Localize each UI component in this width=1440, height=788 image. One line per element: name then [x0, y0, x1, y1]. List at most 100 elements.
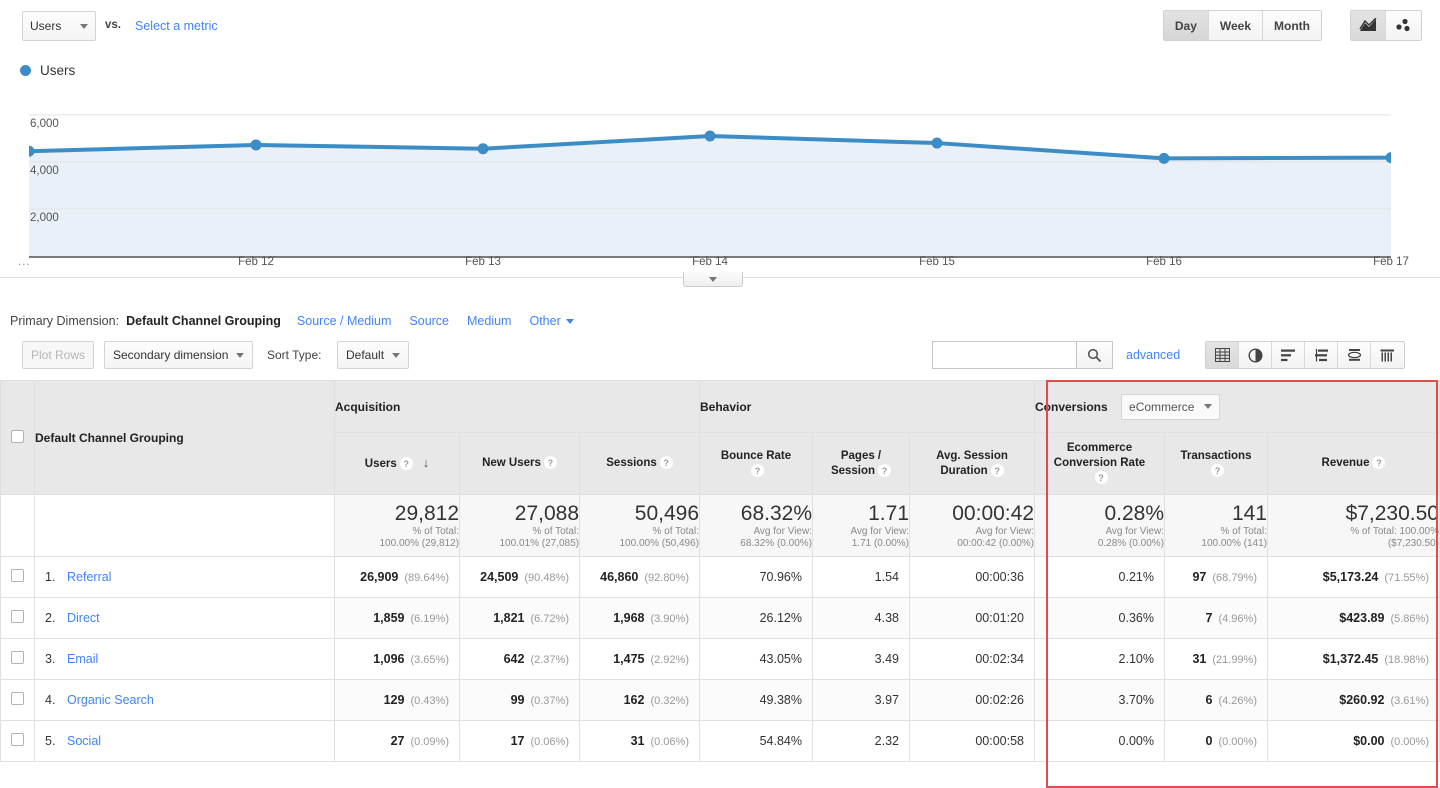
table-row[interactable]: 5.Social27(0.09%)17(0.06%)31(0.06%)54.84…: [1, 721, 1440, 762]
granularity-day-button[interactable]: Day: [1164, 11, 1209, 40]
help-icon[interactable]: ?: [751, 464, 764, 477]
table-row[interactable]: 2.Direct1,859(6.19%)1,821(6.72%)1,968(3.…: [1, 598, 1440, 639]
secondary-dimension-button[interactable]: Secondary dimension: [104, 341, 253, 369]
granularity-toggle-group: Day Week Month: [1163, 10, 1322, 41]
row-checkbox-cell[interactable]: [1, 680, 35, 721]
column-header-sessions[interactable]: Sessions?: [580, 433, 700, 495]
cell-revenue: $5,173.24(71.55%): [1268, 557, 1440, 598]
help-icon[interactable]: ?: [1211, 464, 1224, 477]
dimension-column-header[interactable]: Default Channel Grouping: [35, 381, 335, 495]
column-header-new-users-label: New Users: [482, 457, 541, 469]
table-row[interactable]: 3.Email1,096(3.65%)642(2.37%)1,475(2.92%…: [1, 639, 1440, 680]
help-icon[interactable]: ?: [1372, 456, 1385, 469]
chart-x-tick-label: Feb 14: [692, 256, 728, 268]
help-icon[interactable]: ?: [878, 464, 891, 477]
help-icon[interactable]: ?: [660, 456, 673, 469]
advanced-filter-link[interactable]: advanced: [1126, 348, 1180, 362]
motion-chart-icon[interactable]: [1386, 11, 1421, 40]
row-checkbox-cell[interactable]: [1, 557, 35, 598]
chevron-down-icon: [392, 353, 400, 358]
table-view-icon[interactable]: [1206, 342, 1239, 368]
row-checkbox[interactable]: [11, 651, 24, 664]
help-icon[interactable]: ?: [1095, 471, 1108, 484]
cell-revenue: $1,372.45(18.98%): [1268, 639, 1440, 680]
column-header-bounce-rate[interactable]: Bounce Rate?: [700, 433, 813, 495]
row-dimension-link[interactable]: Referral: [67, 570, 111, 584]
primary-dimension-source[interactable]: Source: [409, 314, 449, 328]
row-dimension-link[interactable]: Social: [67, 734, 101, 748]
cell-transactions: 7(4.96%): [1165, 598, 1268, 639]
column-header-bounce-rate-label: Bounce Rate: [700, 449, 812, 464]
table-row[interactable]: 1.Referral26,909(89.64%)24,509(90.48%)46…: [1, 557, 1440, 598]
row-checkbox[interactable]: [11, 692, 24, 705]
row-checkbox[interactable]: [11, 733, 24, 746]
search-input[interactable]: [932, 341, 1077, 369]
cell-transactions: 97(68.79%): [1165, 557, 1268, 598]
primary-dimension-medium[interactable]: Medium: [467, 314, 511, 328]
column-header-users[interactable]: Users?↓: [335, 433, 460, 495]
conversions-type-select[interactable]: eCommerce: [1121, 394, 1220, 420]
cell-percent: (4.96%): [1218, 613, 1257, 625]
row-checkbox-cell[interactable]: [1, 721, 35, 762]
column-header-avg-session-duration[interactable]: Avg. Session Duration?: [910, 433, 1035, 495]
row-dimension-link[interactable]: Organic Search: [67, 693, 154, 707]
cell-new-users: 1,821(6.72%): [460, 598, 580, 639]
column-header-sessions-label: Sessions: [606, 457, 657, 469]
totals-cell: $7,230.50% of Total: 100.00%($7,230.50): [1268, 495, 1440, 557]
chart-x-tick-label: Feb 16: [1146, 256, 1182, 268]
metric-select-users[interactable]: Users: [22, 11, 96, 41]
totals-cell: 29,812% of Total:100.00% (29,812): [335, 495, 460, 557]
cell-revenue: $0.00(0.00%): [1268, 721, 1440, 762]
legend-color-dot: [20, 65, 31, 76]
select-a-metric-link[interactable]: Select a metric: [135, 19, 218, 33]
row-checkbox-cell[interactable]: [1, 639, 35, 680]
column-header-revenue[interactable]: Revenue?: [1268, 433, 1440, 495]
cell-sessions: 1,475(2.92%): [580, 639, 700, 680]
row-checkbox-cell[interactable]: [1, 598, 35, 639]
help-icon[interactable]: ?: [991, 464, 1004, 477]
select-all-checkbox-cell[interactable]: [1, 381, 35, 495]
comparison-view-icon[interactable]: [1305, 342, 1338, 368]
totals-sublabel: % of Total: 100.00%: [1268, 526, 1439, 538]
cell-bounce-rate: 49.38%: [700, 680, 813, 721]
table-body: 29,812% of Total:100.00% (29,812)27,088%…: [1, 495, 1440, 762]
row-checkbox[interactable]: [11, 610, 24, 623]
granularity-week-button[interactable]: Week: [1209, 11, 1263, 40]
view-type-toggle-group: [1205, 341, 1405, 369]
search-button[interactable]: [1077, 341, 1113, 369]
line-chart-icon[interactable]: [1351, 11, 1386, 40]
legend-label: Users: [40, 63, 75, 78]
column-header-ecommerce-conversion-rate[interactable]: Ecommerce Conversion Rate ?: [1035, 433, 1165, 495]
pivot-view-icon[interactable]: [1338, 342, 1371, 368]
pie-chart-view-icon[interactable]: [1239, 342, 1272, 368]
chart-x-tick-label: Feb 12: [238, 256, 274, 268]
primary-dimension-source-medium[interactable]: Source / Medium: [297, 314, 391, 328]
cell-percent: (68.79%): [1212, 572, 1257, 584]
column-header-new-users[interactable]: New Users?: [460, 433, 580, 495]
cell-ecommerce-conversion-rate: 0.00%: [1035, 721, 1165, 762]
plot-rows-button[interactable]: Plot Rows: [22, 341, 94, 369]
chart-date-slider-handle[interactable]: [683, 272, 743, 287]
column-header-transactions[interactable]: Transactions?: [1165, 433, 1268, 495]
column-header-pages-session[interactable]: Pages / Session?: [813, 433, 910, 495]
totals-dimension-cell: [35, 495, 335, 557]
performance-view-icon[interactable]: [1272, 342, 1305, 368]
table-head: Default Channel Grouping Acquisition Beh…: [1, 381, 1440, 495]
row-dimension-link[interactable]: Email: [67, 652, 98, 666]
granularity-month-button[interactable]: Month: [1263, 11, 1321, 40]
select-all-checkbox[interactable]: [11, 430, 24, 443]
help-icon[interactable]: ?: [400, 457, 413, 470]
row-dimension-cell: 1.Referral: [35, 557, 335, 598]
cell-pages-session: 4.38: [813, 598, 910, 639]
row-checkbox[interactable]: [11, 569, 24, 582]
row-dimension-link[interactable]: Direct: [67, 611, 100, 625]
primary-dimension-current[interactable]: Default Channel Grouping: [126, 314, 281, 328]
cell-percent: (0.37%): [530, 695, 569, 707]
table-row[interactable]: 4.Organic Search129(0.43%)99(0.37%)162(0…: [1, 680, 1440, 721]
chart-legend: Users: [20, 63, 75, 78]
primary-dimension-other[interactable]: Other: [529, 314, 573, 328]
row-index: 4.: [45, 693, 67, 707]
help-icon[interactable]: ?: [544, 456, 557, 469]
sort-type-select[interactable]: Default: [337, 341, 409, 369]
term-cloud-view-icon[interactable]: [1371, 342, 1404, 368]
